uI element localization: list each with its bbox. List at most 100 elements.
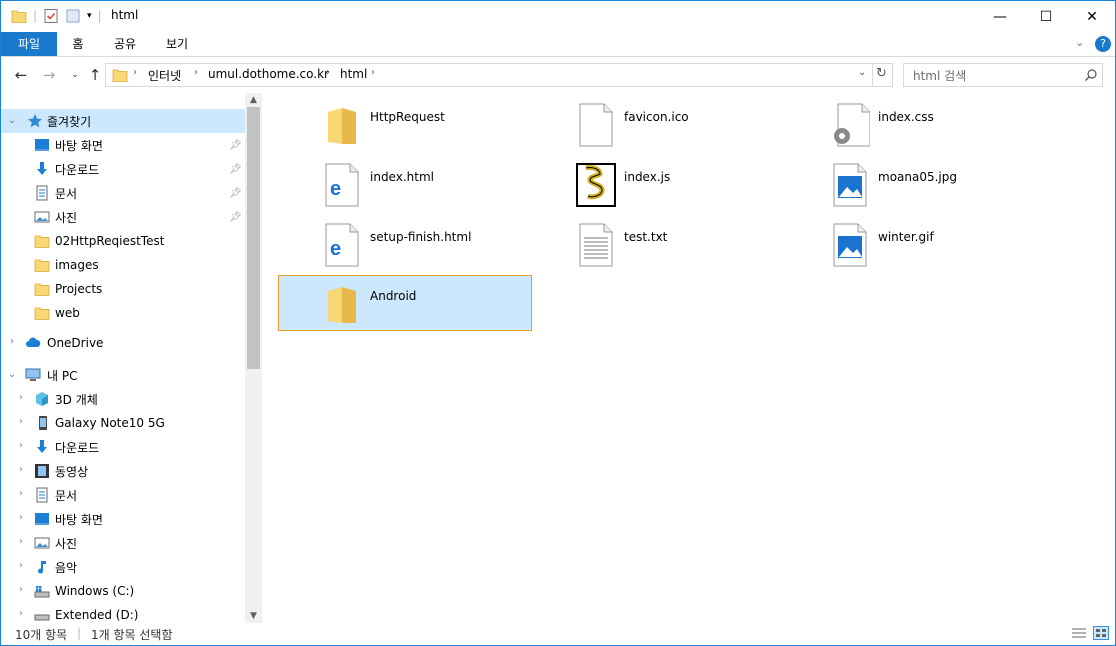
refresh-icon[interactable]: ↻ [876, 66, 887, 81]
text-file-icon [579, 223, 613, 267]
breadcrumb-internet[interactable]: 인터넷 [148, 67, 181, 84]
maximize-button[interactable]: ☐ [1023, 1, 1069, 32]
sidebar-item-pictures[interactable]: › 사진 [1, 531, 245, 555]
sidebar-item-folder[interactable]: web [1, 301, 245, 325]
tab-share[interactable]: 공유 [105, 32, 145, 56]
details-view-icon[interactable] [1071, 626, 1087, 640]
sidebar-item-this-pc[interactable]: ⌄ 내 PC [1, 363, 245, 387]
separator: | [33, 9, 38, 23]
breadcrumb-separator-icon[interactable]: › [194, 67, 198, 78]
sidebar-item-pictures[interactable]: 사진 📌︎ [1, 205, 245, 229]
pin-icon[interactable]: 📌︎ [229, 140, 242, 151]
chevron-right-icon[interactable]: › [15, 488, 27, 499]
chevron-down-icon[interactable]: ⌄ [6, 369, 18, 380]
sidebar-item-documents[interactable]: › 문서 [1, 483, 245, 507]
file-item-html[interactable]: e index.html [278, 156, 532, 212]
sidebar-item-drive-d[interactable]: › Extended (D:) [1, 603, 245, 623]
sidebar-item-quick-access[interactable]: ⌄ 즐겨찾기 [1, 109, 245, 133]
sidebar-item-phone[interactable]: › Galaxy Note10 5G [1, 411, 245, 435]
chevron-right-icon[interactable]: › [15, 608, 27, 619]
folder-icon [328, 108, 356, 144]
ribbon-tabs: 파일 홈 공유 보기 ⌄ ? [1, 32, 1115, 57]
file-item-folder-selected[interactable]: Android [278, 275, 532, 331]
chevron-right-icon[interactable]: › [15, 392, 27, 403]
properties-icon[interactable] [43, 8, 59, 24]
folder-icon [34, 283, 50, 296]
star-icon [28, 114, 42, 128]
chevron-right-icon[interactable]: › [15, 416, 27, 427]
tab-home[interactable]: 홈 [63, 32, 93, 56]
folder-icon[interactable] [11, 8, 27, 24]
drive-c-icon [34, 586, 50, 598]
chevron-down-icon[interactable]: ⌄ [6, 115, 18, 126]
sidebar-item-label: Extended (D:) [55, 608, 139, 622]
file-item-gif[interactable]: winter.gif [786, 216, 1040, 272]
folder-icon [328, 287, 356, 323]
tab-view[interactable]: 보기 [157, 32, 197, 56]
sidebar-item-videos[interactable]: › 동영상 [1, 459, 245, 483]
tab-file[interactable]: 파일 [1, 32, 57, 56]
address-dropdown-icon[interactable]: ⌄ [858, 67, 866, 78]
chevron-right-icon[interactable]: › [15, 560, 27, 571]
sidebar-item-label: web [55, 306, 80, 320]
sidebar-item-desktop[interactable]: › 바탕 화면 [1, 507, 245, 531]
forward-icon[interactable]: → [39, 65, 59, 85]
address-bar[interactable]: › 인터넷 › umul.dothome.co.kr › html › ⌄ ↻ [105, 63, 893, 87]
minimize-button[interactable]: — [977, 1, 1023, 32]
sidebar-item-documents[interactable]: 문서 📌︎ [1, 181, 245, 205]
back-icon[interactable]: ← [11, 65, 31, 85]
file-item-txt[interactable]: test.txt [532, 216, 786, 272]
breadcrumb-html[interactable]: html [340, 67, 367, 81]
scroll-down-icon[interactable]: ▼ [245, 609, 262, 623]
file-item-ico[interactable]: favicon.ico [532, 96, 786, 152]
sidebar-item-folder[interactable]: 02HttpReqiestTest [1, 229, 245, 253]
pin-icon[interactable]: 📌︎ [229, 212, 242, 223]
chevron-right-icon[interactable]: › [15, 584, 27, 595]
sidebar-item-label: 사진 [55, 536, 78, 551]
chevron-right-icon[interactable]: › [6, 336, 18, 347]
sidebar-item-label: 다운로드 [55, 440, 100, 455]
sidebar-item-downloads[interactable]: 다운로드 📌︎ [1, 157, 245, 181]
navigation-pane: ⌄ 즐겨찾기 바탕 화면 📌︎ 다운로드 📌︎ 문서 📌︎ 사진 📌︎ 02Ht… [1, 97, 245, 623]
close-button[interactable]: ✕ [1069, 1, 1115, 32]
scrollbar-thumb[interactable] [247, 107, 260, 369]
chevron-right-icon[interactable]: › [15, 440, 27, 451]
recent-locations-icon[interactable]: ⌄ [65, 65, 85, 85]
sidebar-item-music[interactable]: › 음악 [1, 555, 245, 579]
up-icon[interactable]: ↑ [85, 65, 105, 85]
breadcrumb-domain[interactable]: umul.dothome.co.kr [208, 67, 329, 81]
help-icon[interactable]: ? [1095, 36, 1111, 52]
search-box[interactable]: html 검색 [903, 63, 1103, 87]
breadcrumb-separator-icon[interactable]: › [133, 67, 137, 78]
file-item-jpg[interactable]: moana05.jpg [786, 156, 1040, 212]
navigation-scrollbar[interactable]: ▲ ▼ [245, 93, 262, 623]
sidebar-item-folder[interactable]: Projects [1, 277, 245, 301]
file-item-folder[interactable]: HttpRequest [278, 96, 532, 152]
large-icons-view-icon[interactable] [1093, 626, 1109, 640]
sidebar-item-desktop[interactable]: 바탕 화면 📌︎ [1, 133, 245, 157]
sidebar-item-downloads[interactable]: › 다운로드 [1, 435, 245, 459]
sidebar-item-drive-c[interactable]: › Windows (C:) [1, 579, 245, 603]
file-item-css[interactable]: index.css [786, 96, 1040, 152]
customize-toolbar-icon[interactable]: ▾ [87, 11, 92, 21]
expand-ribbon-icon[interactable]: ⌄ [1075, 36, 1084, 49]
scroll-up-icon[interactable]: ▲ [245, 93, 262, 107]
breadcrumb-separator-icon[interactable]: › [326, 67, 330, 78]
chevron-right-icon[interactable]: › [15, 536, 27, 547]
new-folder-icon[interactable] [65, 8, 81, 24]
chevron-right-icon[interactable]: › [15, 512, 27, 523]
computer-icon [25, 368, 41, 381]
chevron-right-icon[interactable]: › [15, 464, 27, 475]
file-item-js[interactable]: index.js [532, 156, 786, 212]
pin-icon[interactable]: 📌︎ [229, 188, 242, 199]
pin-icon[interactable]: 📌︎ [229, 164, 242, 175]
folder-icon [34, 259, 50, 272]
sidebar-item-folder[interactable]: images [1, 253, 245, 277]
sidebar-item-3d-objects[interactable]: › 3D 개체 [1, 387, 245, 411]
file-item-html[interactable]: e setup-finish.html [278, 216, 532, 272]
file-list: HttpRequest favicon.ico index.css e inde… [262, 93, 1115, 623]
3d-objects-icon [36, 392, 48, 406]
search-icon[interactable] [1084, 68, 1098, 82]
sidebar-item-onedrive[interactable]: › OneDrive [1, 331, 245, 355]
breadcrumb-separator-icon[interactable]: › [371, 67, 375, 78]
